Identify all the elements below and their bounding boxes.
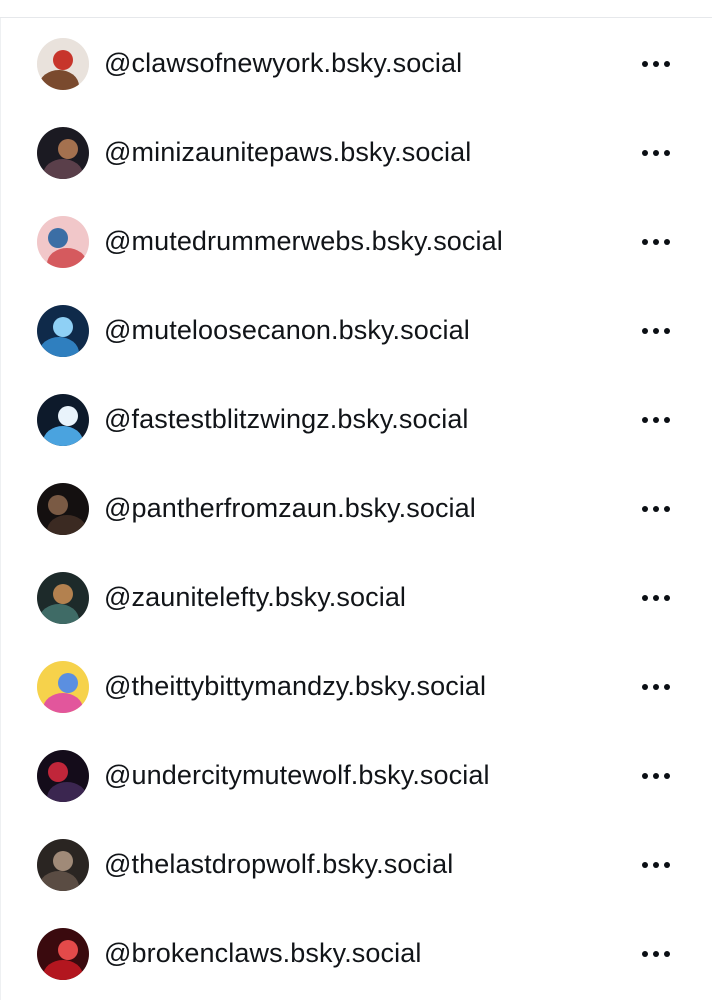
more-options-button[interactable] <box>632 44 680 84</box>
avatar-image <box>37 482 89 535</box>
avatar[interactable] <box>37 215 89 268</box>
more-horizontal-icon <box>642 238 670 245</box>
more-horizontal-icon <box>642 861 670 868</box>
more-horizontal-icon <box>642 60 670 67</box>
more-options-button[interactable] <box>632 667 680 707</box>
account-handle[interactable]: @undercitymutewolf.bsky.social <box>104 760 490 791</box>
avatar[interactable] <box>37 571 89 624</box>
more-horizontal-icon <box>642 772 670 779</box>
more-options-button[interactable] <box>632 400 680 440</box>
account-handle[interactable]: @clawsofnewyork.bsky.social <box>104 48 462 79</box>
account-row[interactable]: @mutedrummerwebs.bsky.social <box>0 197 712 286</box>
more-horizontal-icon <box>642 327 670 334</box>
avatar-image <box>37 215 89 268</box>
more-options-button[interactable] <box>632 578 680 618</box>
avatar[interactable] <box>37 660 89 713</box>
avatar[interactable] <box>37 37 89 90</box>
avatar[interactable] <box>37 838 89 891</box>
account-handle[interactable]: @minizaunitepaws.bsky.social <box>104 137 471 168</box>
avatar-image <box>37 927 89 980</box>
avatar-image <box>37 37 89 90</box>
account-handle[interactable]: @pantherfromzaun.bsky.social <box>104 493 476 524</box>
avatar[interactable] <box>37 482 89 535</box>
avatar-image <box>37 571 89 624</box>
more-horizontal-icon <box>642 683 670 690</box>
account-row[interactable]: @theittybittymandzy.bsky.social <box>0 642 712 731</box>
avatar-image <box>37 126 89 179</box>
avatar[interactable] <box>37 393 89 446</box>
top-divider <box>0 0 712 18</box>
avatar[interactable] <box>37 304 89 357</box>
more-horizontal-icon <box>642 950 670 957</box>
more-options-button[interactable] <box>632 311 680 351</box>
account-row[interactable]: @brokenclaws.bsky.social <box>0 909 712 998</box>
account-row[interactable]: @pantherfromzaun.bsky.social <box>0 464 712 553</box>
avatar-image <box>37 749 89 802</box>
more-options-button[interactable] <box>632 222 680 262</box>
more-horizontal-icon <box>642 149 670 156</box>
avatar-image <box>37 393 89 446</box>
avatar-image <box>37 304 89 357</box>
account-handle[interactable]: @thelastdropwolf.bsky.social <box>104 849 453 880</box>
more-options-button[interactable] <box>632 133 680 173</box>
more-options-button[interactable] <box>632 756 680 796</box>
account-row[interactable]: @clawsofnewyork.bsky.social <box>0 19 712 108</box>
avatar[interactable] <box>37 749 89 802</box>
more-horizontal-icon <box>642 505 670 512</box>
more-horizontal-icon <box>642 594 670 601</box>
account-row[interactable]: @muteloosecanon.bsky.social <box>0 286 712 375</box>
more-horizontal-icon <box>642 416 670 423</box>
account-handle[interactable]: @fastestblitzwingz.bsky.social <box>104 404 469 435</box>
avatar-image <box>37 660 89 713</box>
account-handle[interactable]: @muteloosecanon.bsky.social <box>104 315 470 346</box>
more-options-button[interactable] <box>632 845 680 885</box>
more-options-button[interactable] <box>632 934 680 974</box>
account-handle[interactable]: @zaunitelefty.bsky.social <box>104 582 406 613</box>
avatar-image <box>37 838 89 891</box>
account-row[interactable]: @zaunitelefty.bsky.social <box>0 553 712 642</box>
more-options-button[interactable] <box>632 489 680 529</box>
avatar[interactable] <box>37 927 89 980</box>
account-list: @clawsofnewyork.bsky.social @minizaunite… <box>0 19 712 998</box>
account-handle[interactable]: @mutedrummerwebs.bsky.social <box>104 226 503 257</box>
account-handle[interactable]: @brokenclaws.bsky.social <box>104 938 421 969</box>
account-row[interactable]: @minizaunitepaws.bsky.social <box>0 108 712 197</box>
account-row[interactable]: @fastestblitzwingz.bsky.social <box>0 375 712 464</box>
account-row[interactable]: @thelastdropwolf.bsky.social <box>0 820 712 909</box>
avatar[interactable] <box>37 126 89 179</box>
account-row[interactable]: @undercitymutewolf.bsky.social <box>0 731 712 820</box>
account-handle[interactable]: @theittybittymandzy.bsky.social <box>104 671 486 702</box>
